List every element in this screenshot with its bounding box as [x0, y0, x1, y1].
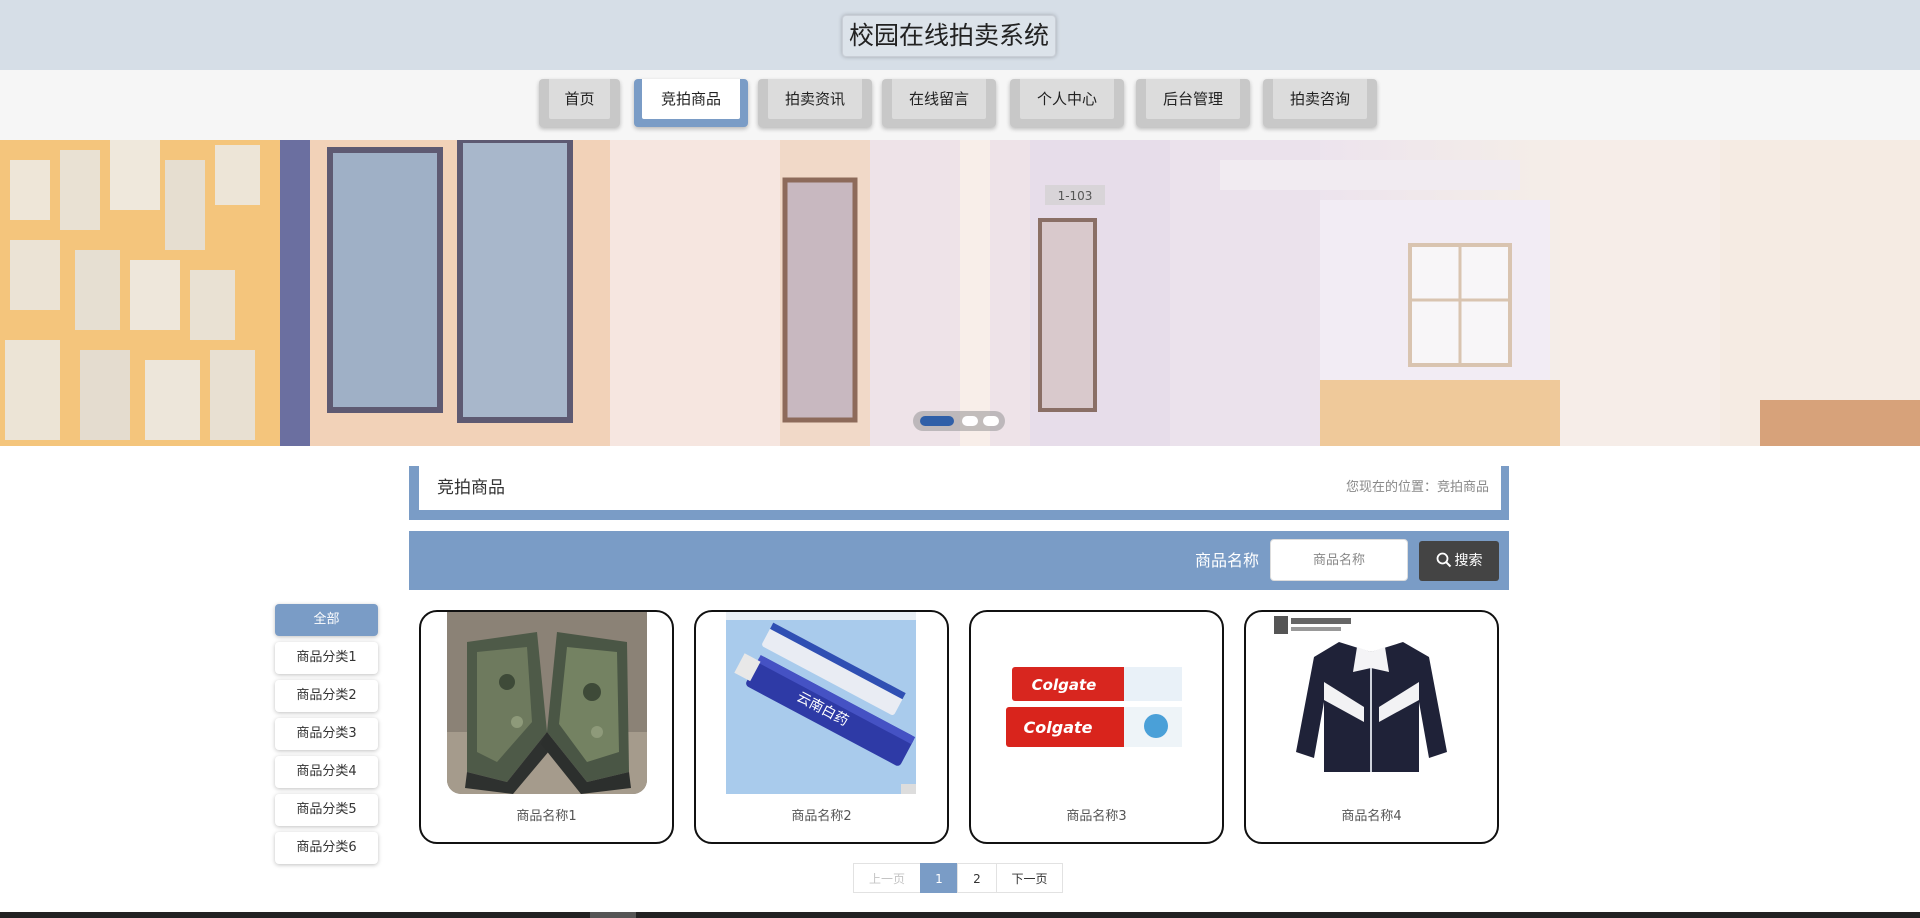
search-icon	[1436, 552, 1451, 568]
search-button-label: 搜索	[1454, 553, 1483, 569]
section-header: 竞拍商品 您现在的位置：竞拍商品	[409, 466, 1509, 520]
page-button[interactable]: 2	[957, 863, 997, 893]
prev-page-button[interactable]: 上一页	[853, 863, 921, 893]
svg-text:1-103: 1-103	[1058, 189, 1093, 203]
horizontal-scrollbar[interactable]	[590, 912, 636, 918]
nav-item-profile[interactable]: 个人中心	[1010, 79, 1124, 127]
category-item[interactable]: 商品分类3	[275, 718, 378, 750]
carousel-dot-1[interactable]	[920, 416, 954, 426]
product-image	[447, 612, 647, 794]
nav-item-label: 拍卖咨询	[1273, 79, 1367, 119]
main-nav: 首页 竞拍商品 拍卖资讯 在线留言 个人中心 后台管理 拍卖咨询	[0, 70, 1920, 140]
category-all[interactable]: 全部	[275, 604, 378, 636]
carousel-indicators	[913, 411, 1005, 431]
product-name: 商品名称1	[516, 809, 577, 824]
nav-item-auction-goods[interactable]: 竞拍商品	[634, 79, 748, 127]
nav-item-label: 竞拍商品	[642, 79, 740, 119]
product-name: 商品名称3	[1066, 809, 1127, 824]
nav-item-admin[interactable]: 后台管理	[1136, 79, 1250, 127]
footer-strip	[0, 912, 1920, 918]
breadcrumb: 您现在的位置：竞拍商品	[1345, 480, 1489, 495]
category-item[interactable]: 商品分类1	[275, 642, 378, 674]
product-card[interactable]: 商品名称4	[1244, 610, 1499, 844]
site-header: 校园在线拍卖系统	[0, 0, 1920, 70]
search-bar: 商品名称 搜索	[409, 531, 1509, 590]
product-card[interactable]: Colgate Colgate 商品名称3	[969, 610, 1224, 844]
product-image: 云南白药	[726, 612, 916, 794]
category-item[interactable]: 商品分类6	[275, 832, 378, 864]
product-name: 商品名称2	[791, 809, 852, 824]
product-name: 商品名称4	[1341, 809, 1402, 824]
product-card[interactable]: 云南白药 商品名称2	[694, 610, 949, 844]
nav-item-consult[interactable]: 拍卖咨询	[1263, 79, 1377, 127]
product-image: Colgate Colgate	[1006, 612, 1186, 794]
category-item[interactable]: 商品分类2	[275, 680, 378, 712]
nav-item-messages[interactable]: 在线留言	[882, 79, 996, 127]
banner-carousel[interactable]: 1-103	[0, 140, 1920, 446]
nav-item-label: 在线留言	[892, 79, 986, 119]
nav-item-label: 个人中心	[1020, 79, 1114, 119]
site-title: 校园在线拍卖系统	[842, 15, 1056, 57]
nav-item-label: 拍卖资讯	[768, 79, 862, 119]
page-button[interactable]: 1	[920, 863, 958, 893]
product-card[interactable]: 商品名称1	[419, 610, 674, 844]
category-item[interactable]: 商品分类5	[275, 794, 378, 826]
product-image	[1269, 612, 1474, 794]
search-button[interactable]: 搜索	[1419, 541, 1499, 581]
search-label: 商品名称	[1195, 551, 1260, 570]
product-brand-text: Colgate	[1024, 718, 1093, 737]
nav-item-auction-news[interactable]: 拍卖资讯	[758, 79, 872, 127]
carousel-dot-3[interactable]	[983, 416, 999, 426]
nav-item-home[interactable]: 首页	[539, 79, 620, 127]
nav-item-label: 首页	[549, 79, 610, 119]
product-brand-text: Colgate	[1032, 676, 1097, 694]
search-input[interactable]	[1270, 539, 1408, 581]
carousel-dot-2[interactable]	[962, 416, 978, 426]
next-page-button[interactable]: 下一页	[996, 863, 1063, 893]
category-item[interactable]: 商品分类4	[275, 756, 378, 788]
section-title: 竞拍商品	[437, 478, 505, 498]
nav-item-label: 后台管理	[1146, 79, 1240, 119]
banner-image: 1-103	[0, 140, 1920, 446]
